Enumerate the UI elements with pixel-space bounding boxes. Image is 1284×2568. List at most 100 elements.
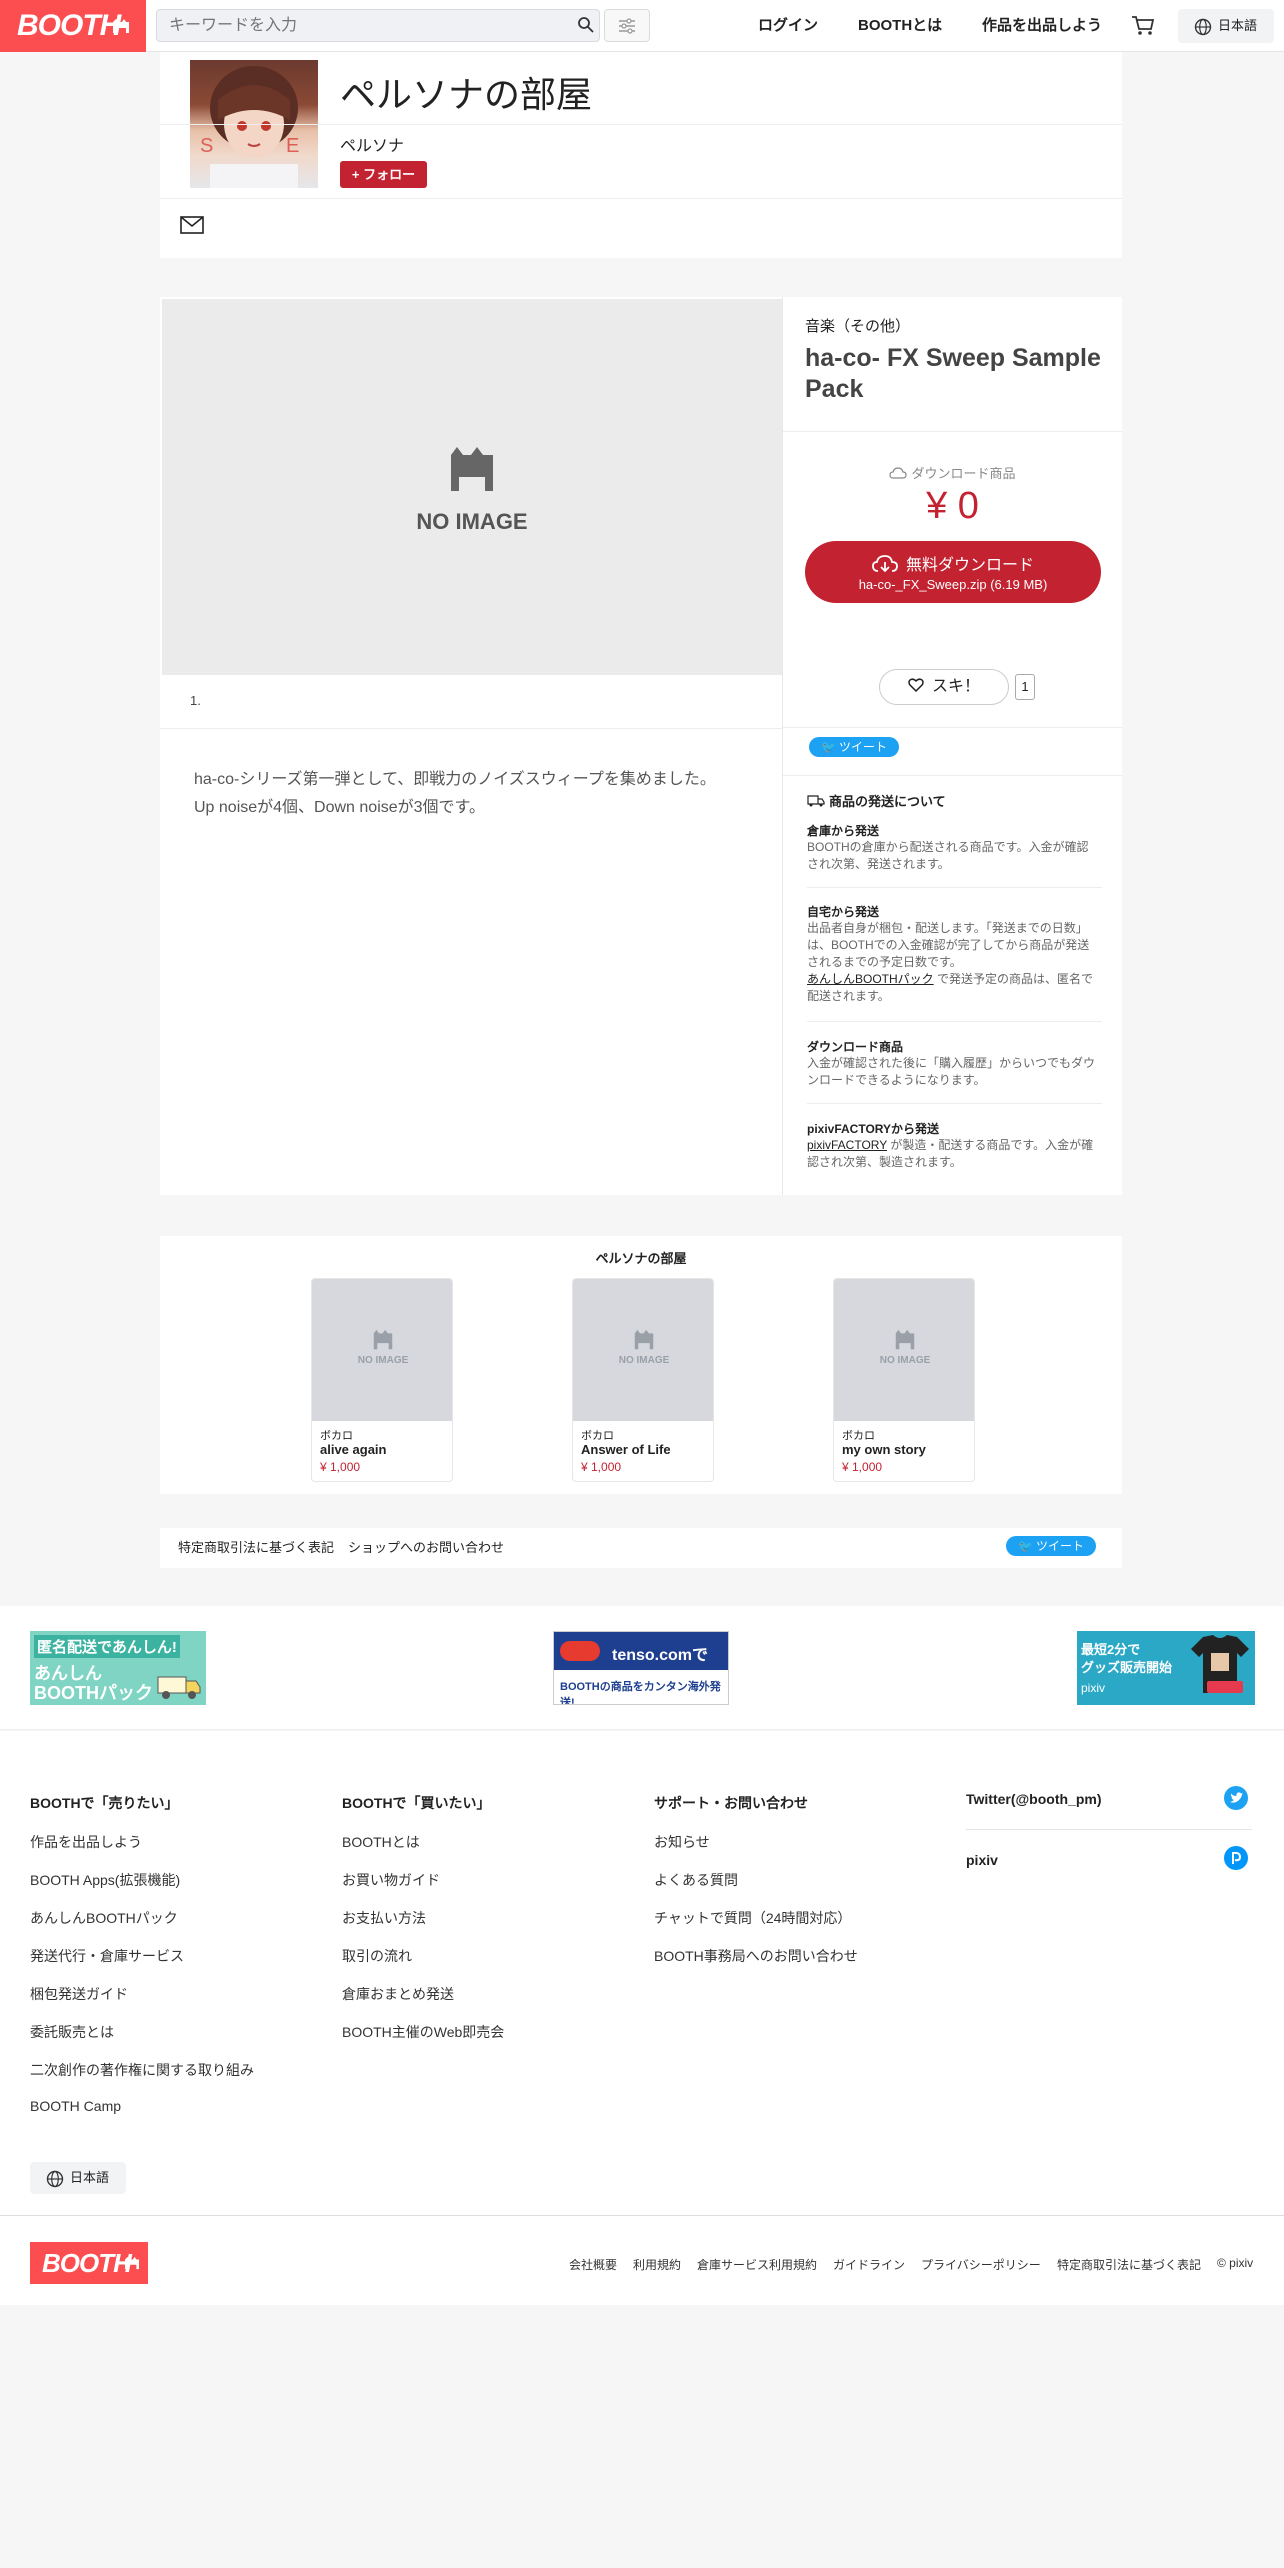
free-download-button[interactable]: 無料ダウンロード ha-co-_FX_Sweep.zip (6.19 MB) [805, 541, 1101, 603]
shipping-type-desc: pixivFACTORY が製造・配送する商品です。入金が確 認され次第、製造され… [807, 1138, 1094, 1169]
item-category: ボカロ [842, 1430, 875, 1442]
item-card[interactable]: NO IMAGE ボカロ my own story ¥ 1,000 [833, 1278, 975, 1482]
svg-text:S: S [200, 135, 213, 157]
footer-link[interactable]: BOOTH事務局へのお問い合わせ [654, 1946, 858, 1966]
follow-button[interactable]: + フォロー [340, 161, 427, 188]
footer-link[interactable]: 倉庫おまとめ発送 [342, 1984, 454, 2004]
footer-link[interactable]: BOOTHとは [342, 1832, 420, 1852]
shop-owner[interactable]: ペルソナ [340, 132, 404, 156]
pixiv-factory-banner[interactable]: 最短2分で グッズ販売開始 pixiv [1077, 1631, 1255, 1705]
footer-link[interactable]: チャットで質問（24時間対応） [654, 1908, 851, 1928]
shop-law-link[interactable]: 特定商取引法に基づく表記 [178, 1528, 334, 1568]
footer-language-selector[interactable]: 日本語 [30, 2162, 126, 2194]
camel-icon [125, 2256, 139, 2270]
related-items: ペルソナの部屋 NO IMAGE ボカロ alive again ¥ 1,000… [160, 1236, 1122, 1494]
footer-link[interactable]: BOOTH主催のWeb即売会 [342, 2022, 504, 2042]
footer-link[interactable]: よくある質問 [654, 1870, 738, 1890]
twitter-icon[interactable] [1224, 1786, 1248, 1810]
cart-icon[interactable] [1131, 15, 1155, 37]
shop-name[interactable]: ペルソナの部屋 [340, 66, 592, 118]
like-label: スキ！ [931, 678, 980, 695]
footer-link[interactable]: 作品を出品しよう [30, 1832, 142, 1852]
footer-bottom-link[interactable]: ガイドライン [833, 2256, 905, 2273]
like-count: 1 [1015, 674, 1035, 700]
sell-link[interactable]: 作品を出品しよう [982, 0, 1102, 52]
image-pager[interactable]: 1. [190, 693, 201, 708]
tweet-button[interactable]: 🐦 ツイート [809, 737, 899, 757]
footer-link[interactable]: 二次創作の著作権に関する取り組み [30, 2060, 254, 2080]
footer-link[interactable]: BOOTH Camp [30, 2098, 121, 2114]
mail-icon[interactable] [180, 216, 204, 234]
svg-text:E: E [286, 135, 299, 157]
logo-text: BOOTH [17, 9, 121, 42]
related-title[interactable]: ペルソナの部屋 [160, 1248, 1122, 1267]
item-name[interactable]: alive again [320, 1442, 386, 1457]
footer-bottom-link[interactable]: 倉庫サービス利用規約 [697, 2256, 817, 2273]
shipping-heading: 商品の発送について [807, 791, 946, 810]
heart-icon [908, 678, 924, 693]
booth-logo[interactable]: BOOTH [30, 2242, 148, 2284]
footer-bottom-link[interactable]: 利用規約 [633, 2256, 681, 2273]
footer-link[interactable]: 委託販売とは [30, 2022, 114, 2042]
product-panel: NO IMAGE 1. ha-co-シリーズ第一弾として、即戦力のノイズスウィー… [160, 297, 1122, 1195]
footer-link[interactable]: BOOTH Apps(拡張機能) [30, 1870, 180, 1890]
product-price: ¥ 0 [926, 485, 979, 527]
shipping-type-title: 倉庫から発送 [807, 824, 880, 838]
description-line: ha-co-シリーズ第一弾として、即戦力のノイズスウィープを集めました。 [194, 771, 716, 788]
shipping-type-title: pixivFACTORYから発送 [807, 1122, 940, 1136]
copyright: © pixiv [1217, 2256, 1254, 2270]
footer-link[interactable]: あんしんBOOTHパック [30, 1908, 178, 1928]
footer-link[interactable]: お支払い方法 [342, 1908, 426, 1928]
shipping-heading-text: 商品の発送について [829, 794, 946, 809]
camel-placeholder-icon [373, 1329, 393, 1350]
truck-icon [807, 795, 825, 807]
divider [160, 124, 1122, 125]
footer-link[interactable]: 梱包発送ガイド [30, 1984, 128, 2004]
product-title: ha-co- FX Sweep Sample Pack [805, 344, 1101, 403]
banner-text: tenso.comで [612, 1647, 709, 1664]
anshin-booth-pack-link[interactable]: あんしんBOOTHパック [807, 972, 934, 986]
footer-link[interactable]: お買い物ガイド [342, 1870, 440, 1890]
footer-bottom-link[interactable]: 会社概要 [569, 2256, 617, 2273]
divider [160, 728, 782, 729]
item-price: ¥ 1,000 [581, 1460, 622, 1474]
item-name[interactable]: Answer of Life [581, 1442, 671, 1457]
pixiv-factory-link[interactable]: pixivFACTORY [807, 1138, 887, 1152]
footer-heading: BOOTHで「買いたい」 [342, 1795, 491, 1811]
twitter-link[interactable]: Twitter(@booth_pm) [966, 1791, 1101, 1807]
footer-bottom-link[interactable]: 特定商取引法に基づく表記 [1057, 2256, 1201, 2273]
product-category[interactable]: 音楽（その他） [805, 315, 910, 336]
search-filter-button[interactable] [604, 9, 650, 42]
product-image[interactable]: NO IMAGE [162, 299, 782, 675]
item-price: ¥ 1,000 [320, 1460, 361, 1474]
download-kind-label: ダウンロード商品 [911, 466, 1016, 481]
footer-link[interactable]: 発送代行・倉庫サービス [30, 1946, 184, 1966]
footer-heading: BOOTHで「売りたい」 [30, 1795, 179, 1811]
search-icon[interactable] [577, 16, 595, 34]
search-input[interactable] [169, 10, 559, 41]
login-link[interactable]: ログイン [758, 0, 818, 52]
shop-contact-link[interactable]: ショップへのお問い合わせ [348, 1528, 504, 1568]
camel-icon [113, 19, 129, 33]
item-card[interactable]: NO IMAGE ボカロ Answer of Life ¥ 1,000 [572, 1278, 714, 1482]
divider [160, 198, 1122, 199]
anshin-booth-pack-banner[interactable]: 匿名配送であんしん! あんしん BOOTHパック [30, 1631, 206, 1705]
no-image-label: NO IMAGE [416, 509, 528, 534]
product-sidebar: 音楽（その他） ha-co- FX Sweep Sample Pack ダウンロ… [783, 297, 1122, 1195]
like-button[interactable]: スキ！ [879, 669, 1009, 705]
item-card[interactable]: NO IMAGE ボカロ alive again ¥ 1,000 [311, 1278, 453, 1482]
footer-link[interactable]: お知らせ [654, 1832, 710, 1852]
banner-text: BOOTHパック [34, 1683, 153, 1703]
about-booth-link[interactable]: BOOTHとは [858, 0, 942, 52]
tweet-label: ツイート [838, 740, 887, 754]
tweet-button[interactable]: 🐦 ツイート [1006, 1536, 1096, 1556]
booth-logo[interactable]: BOOTH [0, 0, 146, 52]
tenso-banner[interactable]: tenso.comで BOOTHの商品をカンタン海外発送! [553, 1631, 729, 1705]
pixiv-icon[interactable] [1224, 1846, 1248, 1870]
item-name[interactable]: my own story [842, 1442, 926, 1457]
language-selector[interactable]: 日本語 [1178, 9, 1274, 43]
footer-bottom-link[interactable]: プライバシーポリシー [921, 2256, 1041, 2273]
pixiv-link[interactable]: pixiv [966, 1852, 998, 1868]
footer-link[interactable]: 取引の流れ [342, 1946, 412, 1966]
banner-text: BOOTHの商品をカンタン海外発送! [560, 1681, 721, 1705]
